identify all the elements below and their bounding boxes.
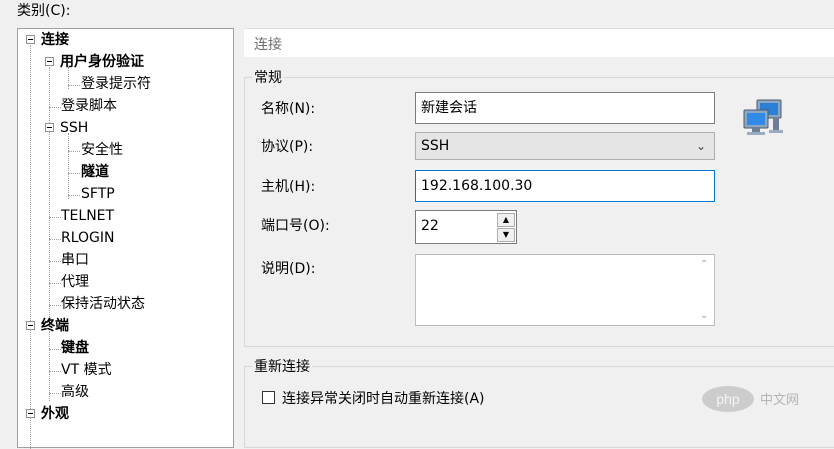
name-label: 名称(N): [261, 101, 316, 117]
description-scrollbar[interactable]: ⌃ ⌄ [696, 255, 714, 325]
collapse-icon[interactable] [26, 409, 35, 418]
auto-reconnect-checkbox[interactable] [262, 391, 275, 404]
port-label: 端口号(O): [261, 218, 330, 234]
tree-connector [49, 349, 61, 350]
tree-item-tunnel[interactable]: 隧道 [81, 161, 109, 183]
svg-text:中文网: 中文网 [760, 393, 799, 408]
tree-item-rlogin[interactable]: RLOGIN [61, 227, 115, 249]
protocol-label: 协议(P): [261, 139, 314, 155]
scroll-up-icon[interactable]: ⌃ [700, 259, 708, 270]
tree-connector [49, 305, 61, 306]
tree-connector [49, 283, 61, 284]
description-textarea[interactable]: ⌃ ⌄ [415, 254, 715, 326]
general-group-title: 常规 [252, 67, 284, 87]
tree-item-sftp[interactable]: SFTP [81, 183, 115, 205]
tree-item-ssh[interactable]: SSH [45, 117, 88, 139]
category-label: 类别(C): [17, 3, 71, 19]
protocol-select[interactable]: SSH ⌄ [415, 132, 715, 160]
tree-item-auth[interactable]: 用户身份验证 [45, 51, 144, 73]
tree-item-keyboard[interactable]: 键盘 [61, 337, 89, 359]
auto-reconnect-label[interactable]: 连接异常关闭时自动重新连接(A) [282, 388, 485, 408]
tree-item-proxy[interactable]: 代理 [61, 271, 89, 293]
collapse-icon[interactable] [45, 57, 54, 66]
port-increment-button[interactable]: ▲ [497, 213, 515, 227]
tree-connector [68, 151, 80, 152]
tree-connector [49, 393, 61, 394]
name-input[interactable]: 新建会话 [415, 92, 715, 124]
port-decrement-button[interactable]: ▼ [497, 228, 515, 242]
tree-connector [49, 331, 50, 401]
network-computers-icon [743, 98, 785, 140]
tree-item-login-script[interactable]: 登录脚本 [61, 95, 117, 117]
tree-connector [49, 107, 61, 108]
collapse-icon[interactable] [45, 123, 54, 132]
tree-connector [68, 195, 80, 196]
watermark-logo: php 中文网 [700, 384, 834, 414]
tree-item-vt-mode[interactable]: VT 模式 [61, 359, 112, 381]
tree-item-keepalive[interactable]: 保持活动状态 [61, 293, 145, 315]
tree-item-terminal[interactable]: 终端 [26, 315, 69, 337]
tree-item-security[interactable]: 安全性 [81, 139, 123, 161]
tree-connector [49, 217, 61, 218]
tree-connector [49, 371, 61, 372]
tree-connector [49, 261, 61, 262]
protocol-value: SSH [421, 138, 450, 154]
scroll-down-icon[interactable]: ⌄ [700, 310, 708, 321]
description-label: 说明(D): [261, 261, 316, 277]
tree-connector [30, 45, 31, 449]
chevron-down-icon: ⌄ [695, 139, 706, 153]
section-header: 连接 [244, 28, 834, 57]
section-title: 连接 [254, 37, 282, 53]
tree-item-connection[interactable]: 连接 [26, 29, 69, 51]
category-tree[interactable]: 连接 用户身份验证 登录提示符 登录脚本 SSH 安全性 隧道 SFTP TEL… [17, 28, 234, 449]
tree-item-login-prompt[interactable]: 登录提示符 [81, 73, 151, 95]
collapse-icon[interactable] [26, 35, 35, 44]
tree-item-telnet[interactable]: TELNET [61, 205, 114, 227]
tree-connector [68, 173, 80, 174]
svg-text:php: php [716, 391, 740, 407]
tree-connector [68, 133, 69, 199]
tree-connector [68, 85, 80, 86]
tree-item-serial[interactable]: 串口 [61, 249, 89, 271]
collapse-icon[interactable] [26, 321, 35, 330]
host-input[interactable]: 192.168.100.30 [415, 170, 715, 202]
host-label: 主机(H): [261, 179, 316, 195]
tree-connector [49, 67, 50, 327]
tree-connector [49, 239, 61, 240]
reconnect-group-title: 重新连接 [252, 356, 312, 376]
tree-item-advanced[interactable]: 高级 [61, 381, 89, 403]
port-value: 22 [421, 218, 439, 234]
tree-item-appearance[interactable]: 外观 [26, 403, 69, 425]
